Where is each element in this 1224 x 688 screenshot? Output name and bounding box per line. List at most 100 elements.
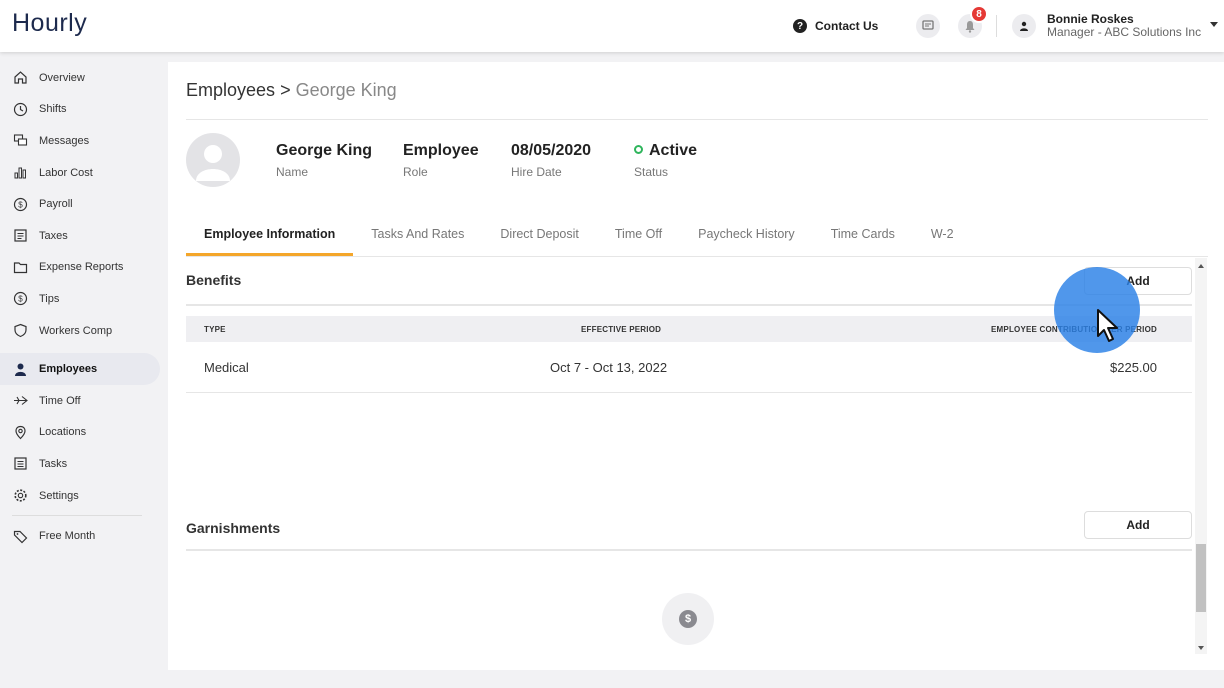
- tab-time-off[interactable]: Time Off: [597, 212, 680, 256]
- employee-name-block: George King Name: [276, 142, 372, 179]
- plane-icon: [12, 392, 29, 409]
- column-header-type[interactable]: TYPE: [204, 325, 226, 334]
- header-divider: [186, 119, 1208, 120]
- employee-tabs: Employee Information Tasks And Rates Dir…: [186, 212, 972, 256]
- content-scrollbar[interactable]: [1195, 258, 1207, 654]
- table-row[interactable]: Medical Oct 7 - Oct 13, 2022 $225.00: [186, 343, 1192, 393]
- tab-paycheck-history[interactable]: Paycheck History: [680, 212, 813, 256]
- sidebar-item-messages[interactable]: Messages: [0, 125, 160, 157]
- scrollbar-thumb[interactable]: [1196, 544, 1206, 612]
- scroll-down-arrow-icon[interactable]: [1198, 646, 1204, 650]
- garnishments-divider: [186, 549, 1192, 551]
- status-badge: Active: [634, 142, 697, 160]
- tab-time-cards[interactable]: Time Cards: [813, 212, 913, 256]
- app-logo[interactable]: Hourly: [12, 9, 87, 38]
- help-icon: ?: [793, 19, 807, 33]
- home-icon: [12, 69, 29, 86]
- tab-tasks-and-rates[interactable]: Tasks And Rates: [353, 212, 482, 256]
- sidebar-item-overview[interactable]: Overview: [0, 62, 160, 94]
- tab-direct-deposit[interactable]: Direct Deposit: [482, 212, 597, 256]
- sidebar-item-label: Employees: [39, 363, 98, 376]
- benefit-type: Medical: [204, 360, 249, 375]
- sidebar-item-employees[interactable]: Employees: [0, 353, 160, 385]
- sidebar-item-expense-reports[interactable]: Expense Reports: [0, 252, 160, 284]
- employee-avatar: [186, 133, 240, 187]
- add-garnishment-button[interactable]: Add: [1084, 511, 1192, 539]
- user-menu-chevron-down-icon[interactable]: [1210, 22, 1218, 27]
- benefit-contribution: $225.00: [1110, 360, 1157, 375]
- user-name[interactable]: Bonnie Roskes: [1047, 12, 1134, 26]
- sidebar-item-label: Shifts: [39, 103, 67, 116]
- shield-icon: [12, 322, 29, 339]
- bar-chart-icon: [12, 164, 29, 181]
- dollar-circle-icon: $: [679, 610, 697, 628]
- sidebar-item-labor-cost[interactable]: Labor Cost: [0, 157, 160, 189]
- sidebar-item-label: Tasks: [39, 457, 68, 470]
- chat-icon: [922, 20, 934, 30]
- sidebar-item-label: Tips: [39, 292, 60, 305]
- folder-icon: [12, 259, 29, 276]
- status-block: Active Status: [634, 142, 697, 179]
- hire-date-label: Hire Date: [511, 165, 562, 179]
- employee-name-label: Name: [276, 165, 309, 179]
- sidebar-item-label: Payroll: [39, 198, 73, 211]
- user-avatar[interactable]: [1012, 14, 1036, 38]
- sidebar-item-label: Overview: [39, 71, 85, 84]
- sidebar-item-label: Settings: [39, 489, 79, 502]
- sidebar-item-locations[interactable]: Locations: [0, 417, 160, 449]
- breadcrumb: Employees > George King: [186, 80, 397, 101]
- employee-name: George King: [276, 142, 373, 159]
- sidebar-item-tips[interactable]: $ Tips: [0, 283, 160, 315]
- tab-employee-information[interactable]: Employee Information: [186, 212, 354, 256]
- chat-button[interactable]: [916, 14, 940, 38]
- sidebar: Overview Shifts Messages Labor Cost $ Pa…: [0, 62, 160, 552]
- contact-us-button[interactable]: ? Contact Us: [785, 11, 893, 41]
- sidebar-item-label: Taxes: [39, 229, 68, 242]
- pin-icon: [12, 424, 29, 441]
- sidebar-item-workers-comp[interactable]: Workers Comp: [0, 315, 160, 347]
- messages-icon: [12, 132, 29, 149]
- sidebar-item-taxes[interactable]: Taxes: [0, 220, 160, 252]
- sidebar-item-label: Locations: [39, 426, 87, 439]
- person-icon: [12, 361, 29, 378]
- sidebar-item-shifts[interactable]: Shifts: [0, 94, 160, 126]
- breadcrumb-separator: >: [280, 80, 291, 100]
- sidebar-item-time-off[interactable]: Time Off: [0, 385, 160, 417]
- sidebar-item-settings[interactable]: Settings: [0, 480, 160, 512]
- sidebar-item-label: Labor Cost: [39, 166, 93, 179]
- sidebar-item-tasks[interactable]: Tasks: [0, 448, 160, 480]
- tag-icon: [12, 528, 29, 545]
- main-card: Employees > George King George King Name…: [168, 62, 1224, 670]
- hire-date-block: 08/05/2020 Hire Date: [511, 142, 591, 179]
- sidebar-item-label: Workers Comp: [39, 324, 113, 337]
- status-dot-icon: [634, 145, 643, 154]
- notification-badge: 8: [970, 5, 988, 23]
- svg-text:$: $: [18, 200, 23, 209]
- empty-state: $: [662, 593, 714, 645]
- clock-icon: [12, 101, 29, 118]
- status-value: Active: [649, 142, 698, 159]
- employee-role: Employee: [403, 142, 479, 159]
- benefits-table-header: TYPE EFFECTIVE PERIOD EMPLOYEE CONTRIBUT…: [186, 316, 1192, 342]
- breadcrumb-employees-link[interactable]: Employees: [186, 80, 275, 100]
- employee-role-label: Role: [403, 165, 428, 179]
- user-role: Manager - ABC Solutions Inc: [1047, 25, 1202, 39]
- scroll-up-arrow-icon[interactable]: [1198, 264, 1204, 268]
- dollar-circle-icon: $: [12, 196, 29, 213]
- pointer-cursor-icon: [1097, 309, 1118, 342]
- gear-icon: [12, 487, 29, 504]
- sidebar-divider: [12, 515, 142, 517]
- benefits-title: Benefits: [186, 272, 242, 288]
- top-bar: Hourly ? Contact Us 8 Bonnie Roskes Mana…: [0, 0, 1224, 52]
- sidebar-item-payroll[interactable]: $ Payroll: [0, 188, 160, 220]
- tabs-divider: [186, 256, 1208, 257]
- breadcrumb-current: George King: [295, 80, 397, 100]
- tab-w2[interactable]: W-2: [913, 212, 972, 256]
- column-header-effective-period[interactable]: EFFECTIVE PERIOD: [581, 325, 661, 334]
- contact-us-label: Contact Us: [815, 19, 879, 33]
- employee-role-block: Employee Role: [403, 142, 479, 179]
- sidebar-item-label: Messages: [39, 134, 90, 147]
- sidebar-item-free-month[interactable]: Free Month: [0, 520, 160, 552]
- dollar-circle-icon: $: [12, 290, 29, 307]
- sidebar-item-label: Time Off: [39, 394, 81, 407]
